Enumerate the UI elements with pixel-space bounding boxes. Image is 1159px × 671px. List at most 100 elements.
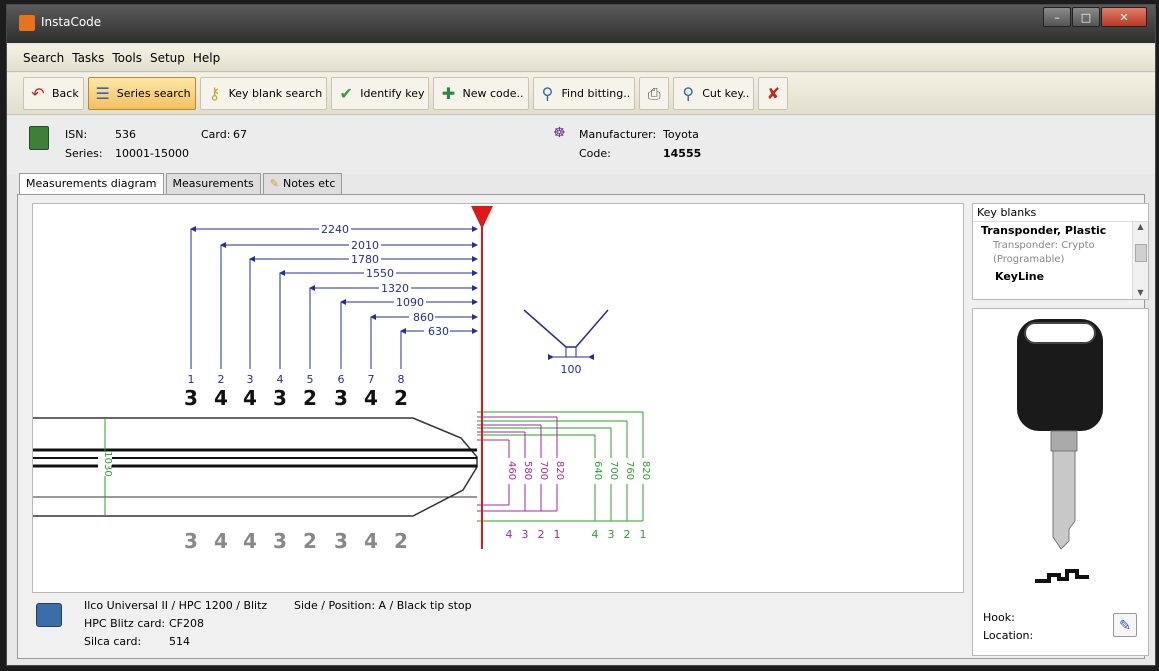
series-search-button[interactable]: ☰ Series search bbox=[87, 77, 196, 110]
scroll-down-icon[interactable]: ▼ bbox=[1133, 288, 1148, 297]
measurements-diagram: 2240 2010 1780 1550 1320 1090 860 630 1 … bbox=[32, 203, 964, 593]
bitting-digit: 4 bbox=[243, 386, 257, 410]
depth-index: 3 bbox=[608, 528, 615, 541]
scroll-thumb[interactable] bbox=[1135, 244, 1147, 262]
menu-search[interactable]: Search bbox=[23, 51, 64, 65]
depth-index: 1 bbox=[554, 528, 561, 541]
tab-measurements-diagram[interactable]: Measurements diagram bbox=[19, 173, 164, 195]
depth-labels: 460 580 700 820 640 700 760 820 bbox=[503, 458, 651, 484]
depth-label-purple: 820 bbox=[554, 461, 565, 480]
key-blanks-scrollbar[interactable]: ▲ ▼ bbox=[1132, 222, 1148, 299]
bitting-digit: 3 bbox=[334, 529, 348, 553]
position-number: 3 bbox=[247, 373, 254, 386]
code-label: Code: bbox=[579, 147, 611, 160]
width-profile: 100 bbox=[523, 309, 609, 376]
tab-panel: 2240 2010 1780 1550 1320 1090 860 630 1 … bbox=[17, 194, 1149, 659]
manufacturer-label: Manufacturer: bbox=[579, 128, 657, 141]
distance-label: 2010 bbox=[351, 239, 379, 252]
bitting-digit: 2 bbox=[394, 529, 408, 553]
depth-index: 4 bbox=[592, 528, 599, 541]
find-bitting-button[interactable]: ⚲ Find bitting.. bbox=[532, 77, 636, 110]
find-bitting-icon: ⚲ bbox=[541, 83, 554, 103]
menu-tasks[interactable]: Tasks bbox=[72, 51, 104, 65]
key-blanks-list[interactable]: Key blanks Transponder, Plastic Transpon… bbox=[972, 203, 1149, 300]
machine-name: Ilco Universal II / HPC 1200 / Blitz bbox=[84, 599, 268, 612]
key-blank-search-button[interactable]: ⚷ Key blank search bbox=[199, 77, 328, 110]
notes-icon: ✎ bbox=[269, 177, 279, 190]
key-blade: 1030 bbox=[33, 417, 478, 517]
edit-location-button[interactable]: ✎ bbox=[1113, 613, 1137, 637]
menu-setup[interactable]: Setup bbox=[150, 51, 185, 65]
books-icon: ☰ bbox=[95, 83, 110, 103]
minimize-button[interactable]: – bbox=[1043, 7, 1071, 27]
distance-label: 630 bbox=[428, 325, 449, 338]
key-blank-subtype-note: (Programable) bbox=[993, 254, 1065, 265]
cut-key-button[interactable]: ⚲ Cut key.. bbox=[673, 77, 755, 110]
bitting-digit: 3 bbox=[184, 386, 198, 410]
bitting-digit: 3 bbox=[273, 529, 287, 553]
keys-icon: ⚷ bbox=[208, 83, 221, 103]
bitting-digit: 4 bbox=[243, 529, 257, 553]
bitting-digit: 4 bbox=[214, 386, 228, 410]
manufacturer-icon: ☸ bbox=[553, 125, 566, 141]
distance-label: 1550 bbox=[366, 267, 394, 280]
blade-height-label: 1030 bbox=[102, 451, 113, 476]
bitting-digit: 2 bbox=[394, 386, 408, 410]
clear-search-button[interactable]: ✘ bbox=[758, 77, 789, 110]
depth-index: 1 bbox=[640, 528, 647, 541]
position-number: 8 bbox=[398, 373, 405, 386]
magnifier-cross-icon: ✘ bbox=[766, 83, 781, 103]
shoulder-stop-line bbox=[471, 206, 493, 549]
distance-label: 1780 bbox=[351, 253, 379, 266]
distance-label: 1090 bbox=[396, 296, 424, 309]
position-number: 6 bbox=[338, 373, 345, 386]
series-value: 10001-15000 bbox=[115, 147, 189, 160]
print-button[interactable]: ⎙ bbox=[639, 77, 670, 110]
menu-tools[interactable]: Tools bbox=[112, 51, 142, 65]
depth-index: 2 bbox=[538, 528, 545, 541]
tab-notes[interactable]: ✎ Notes etc bbox=[262, 173, 343, 194]
distance-label: 2240 bbox=[321, 223, 349, 236]
back-arrow-icon: ↶ bbox=[31, 83, 45, 103]
depth-index-labels: 4 3 2 1 4 3 2 1 bbox=[506, 528, 647, 541]
scroll-up-icon[interactable]: ▲ bbox=[1133, 222, 1148, 231]
depth-label-green: 640 bbox=[592, 461, 603, 480]
key-blanks-header: Key blanks bbox=[977, 206, 1037, 219]
key-blank-brand[interactable]: KeyLine bbox=[995, 270, 1044, 283]
position-number: 1 bbox=[188, 373, 195, 386]
new-code-button[interactable]: ✚ New code.. bbox=[433, 77, 529, 110]
position-number: 7 bbox=[368, 373, 375, 386]
manufacturer-value: Toyota bbox=[663, 128, 699, 141]
magnifier-icon: ⚲ bbox=[682, 83, 695, 103]
key-image-panel: Hook: Location: ✎ bbox=[972, 308, 1149, 656]
key-blank-subtype[interactable]: Transponder: Crypto bbox=[993, 240, 1095, 251]
depth-label-green: 700 bbox=[608, 461, 619, 480]
isn-value: 536 bbox=[115, 128, 136, 141]
depth-label-green: 820 bbox=[640, 461, 651, 480]
distance-labels: 2240 2010 1780 1550 1320 1090 860 630 bbox=[319, 223, 450, 338]
tab-measurements[interactable]: Measurements bbox=[165, 173, 261, 194]
identify-key-icon: ✔ bbox=[339, 83, 353, 103]
position-number: 4 bbox=[277, 373, 284, 386]
key-blank-group[interactable]: Transponder, Plastic bbox=[981, 224, 1106, 237]
pencil-icon: ✎ bbox=[1119, 618, 1131, 634]
machine-info: Ilco Universal II / HPC 1200 / Blitz Sid… bbox=[32, 595, 952, 655]
maximize-button[interactable]: □ bbox=[1072, 7, 1100, 27]
menu-help[interactable]: Help bbox=[193, 51, 220, 65]
bitting-digit: 3 bbox=[273, 386, 287, 410]
code-value: 14555 bbox=[663, 147, 702, 160]
back-button[interactable]: ↶ Back bbox=[23, 77, 84, 110]
key-blank-image bbox=[1017, 319, 1103, 583]
identify-key-button[interactable]: ✔ Identify key bbox=[331, 77, 430, 110]
bitting-digit: 4 bbox=[364, 529, 378, 553]
position-number: 2 bbox=[218, 373, 225, 386]
depth-label-purple: 580 bbox=[522, 461, 533, 480]
bitting-digit: 2 bbox=[303, 386, 317, 410]
close-button[interactable]: ✕ bbox=[1101, 7, 1147, 27]
series-label: Series: bbox=[65, 147, 103, 160]
diagram-svg: 2240 2010 1780 1550 1320 1090 860 630 1 … bbox=[33, 206, 651, 553]
bitting-digit: 2 bbox=[303, 529, 317, 553]
position-numbers: 1 2 3 4 5 6 7 8 bbox=[188, 373, 405, 386]
bitting-bottom: 3 4 4 3 2 3 4 2 bbox=[184, 529, 408, 553]
isn-label: ISN: bbox=[65, 128, 88, 141]
